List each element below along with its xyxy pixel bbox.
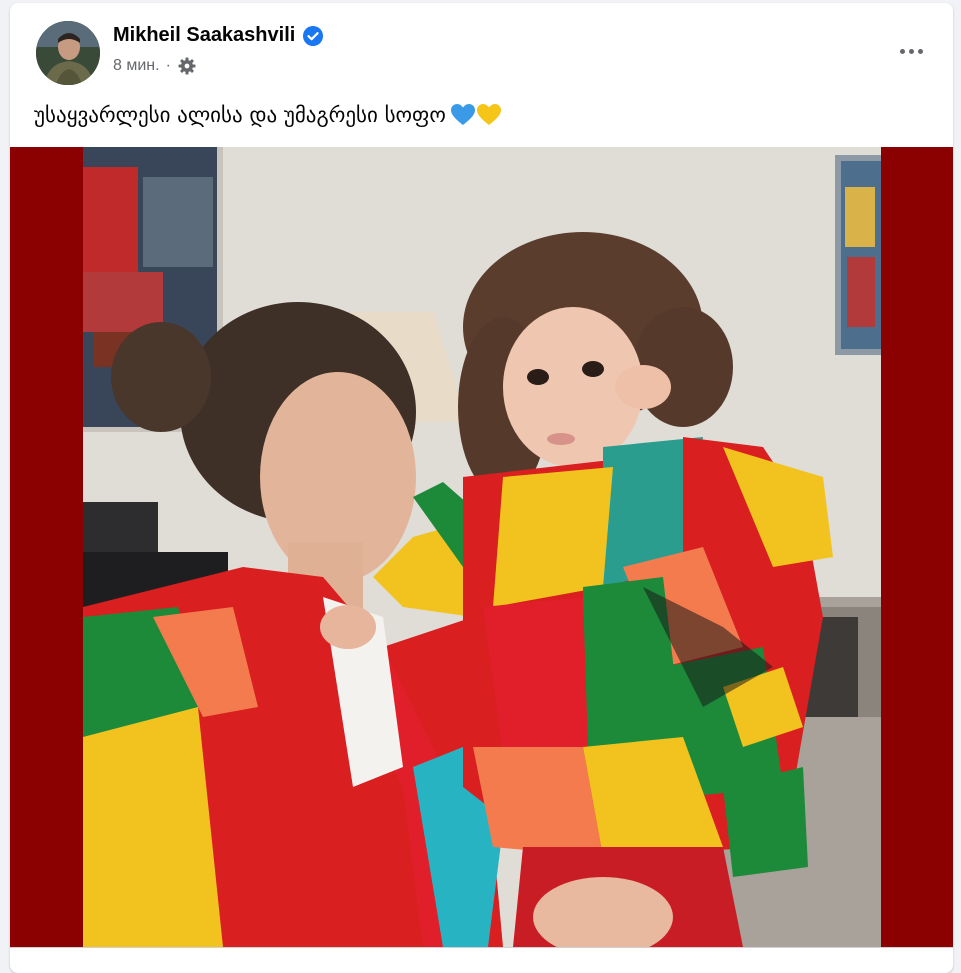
post-caption: უსაყვარლესი ალისა და უმაგრესი სოფო: [34, 103, 502, 127]
meta-separator: ·: [165, 57, 171, 74]
yellow-heart-icon: [476, 104, 501, 125]
post-card: Mikheil Saakashvili 8 мин. · უსაყვარლესი…: [10, 3, 953, 973]
author-avatar[interactable]: [36, 21, 100, 85]
author-name-text[interactable]: Mikheil Saakashvili: [113, 24, 295, 47]
more-dot-icon: [908, 48, 914, 54]
gear-icon[interactable]: [177, 56, 197, 76]
post-photo[interactable]: [83, 147, 881, 947]
avatar-image: [36, 21, 100, 85]
blue-heart-icon: [450, 104, 475, 125]
more-dot-icon: [899, 48, 905, 54]
post-photo-frame[interactable]: [10, 147, 953, 947]
more-dot-icon: [917, 48, 923, 54]
author-name[interactable]: Mikheil Saakashvili: [113, 24, 324, 47]
post-meta: 8 мин. ·: [113, 56, 197, 76]
caption-emojis: [450, 103, 502, 127]
post-timestamp[interactable]: 8 мин.: [113, 57, 160, 75]
verified-badge-icon: [303, 25, 324, 46]
caption-text: უსაყვარლესი ალისა და უმაგრესი სოფო: [34, 103, 446, 127]
card-divider: [10, 947, 953, 948]
more-options-button[interactable]: [893, 33, 929, 69]
photo-illustration: [83, 147, 881, 947]
